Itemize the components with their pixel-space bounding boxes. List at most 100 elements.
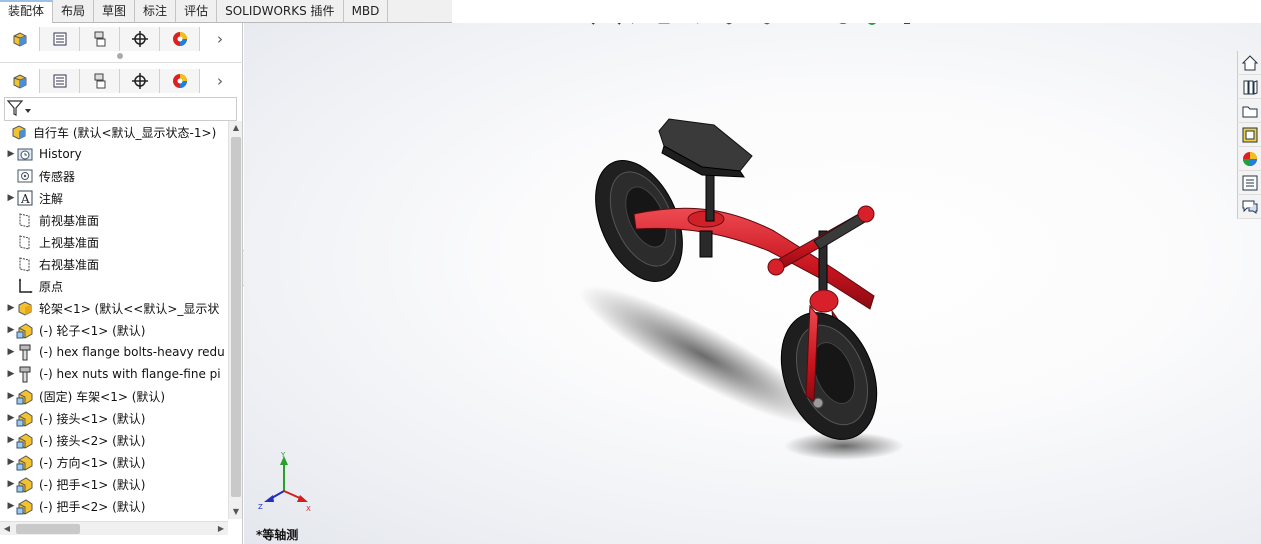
tree-item[interactable]: 前视基准面 [0, 209, 228, 231]
manager-tabs-more-arrow[interactable]: › [200, 69, 240, 93]
tree-item-label: 前视基准面 [39, 213, 100, 228]
manager-tab-featuremanager-tree[interactable] [0, 27, 40, 51]
tree-item[interactable]: ▶ (-) 把手<2> (默认) [0, 495, 228, 517]
expand-arrow-icon[interactable]: ▶ [6, 347, 16, 357]
manager-tab-configurationmanager[interactable] [80, 69, 120, 93]
scroll-right-arrow[interactable]: ▶ [214, 522, 228, 536]
zoom-to-area-button[interactable] [602, 23, 624, 28]
forum-icon [1242, 200, 1258, 214]
previous-view-icon [632, 23, 634, 24]
filter-icon[interactable] [5, 98, 33, 120]
display-manager-icon [172, 32, 187, 46]
scroll-down-arrow[interactable]: ▼ [229, 505, 243, 519]
bicycle-model[interactable] [574, 111, 954, 471]
manager-tab-configurationmanager[interactable] [80, 27, 120, 51]
featuremanager-tree-icon [13, 32, 26, 47]
manager-tab-display-manager[interactable] [160, 27, 200, 51]
tree-item[interactable]: ▶ (-) 轮子<1> (默认) [0, 319, 228, 341]
tree-item[interactable]: ▶ (-) hex flange bolts-heavy redu [0, 341, 228, 363]
command-tab-0[interactable]: 装配体 [0, 0, 54, 23]
tree-item[interactable]: ▶ History [0, 143, 228, 165]
tree-item[interactable]: 右视基准面 [0, 253, 228, 275]
view-settings-button[interactable] [896, 23, 918, 28]
view-orientation-button[interactable] [718, 23, 740, 28]
expand-arrow-icon[interactable]: ▶ [6, 369, 16, 379]
tree-filter-bar[interactable] [4, 97, 237, 121]
expand-arrow-icon[interactable]: ▶ [6, 435, 16, 445]
expand-arrow-icon[interactable]: ▶ [6, 501, 16, 511]
task-pane-custom-properties-tab[interactable] [1239, 172, 1261, 195]
task-pane-view-palette-tab[interactable] [1239, 124, 1261, 147]
hscroll-thumb[interactable] [16, 524, 80, 534]
tree-root-assembly[interactable]: 自行车 (默认<默认_显示状态-1>) [0, 121, 228, 143]
apply-scene-button[interactable] [858, 23, 880, 28]
tree-vertical-scrollbar[interactable]: ▲ ▼ [228, 121, 242, 519]
expand-arrow-icon[interactable]: ▶ [6, 325, 16, 335]
dynamic-annotation-button[interactable] [692, 23, 714, 28]
command-tab-2[interactable]: 草图 [94, 0, 136, 23]
tree-item[interactable]: ▶ (-) hex nuts with flange-fine pi [0, 363, 228, 385]
zoom-to-fit-button[interactable] [576, 23, 598, 28]
tree-item[interactable]: ▶ (-) 接头<2> (默认) [0, 429, 228, 451]
manager-tab-propertymanager[interactable] [40, 27, 80, 51]
manager-tab-propertymanager[interactable] [40, 69, 80, 93]
task-pane-home-tab[interactable] [1239, 52, 1261, 75]
tree-item[interactable]: ▶ (固定) 车架<1> (默认) [0, 385, 228, 407]
command-tab-1[interactable]: 布局 [53, 0, 95, 23]
expand-arrow-icon[interactable]: ▶ [6, 479, 16, 489]
display-style-button[interactable] [756, 23, 778, 28]
scroll-thumb[interactable] [231, 137, 241, 497]
history-folder-icon [17, 148, 33, 161]
part-icon [16, 323, 33, 339]
tree-item[interactable]: 传感器 [0, 165, 228, 187]
tree-item[interactable]: ▶ A 注解 [0, 187, 228, 209]
display-manager-icon [172, 74, 187, 88]
scroll-up-arrow[interactable]: ▲ [229, 121, 243, 135]
task-pane-appearances-tab[interactable] [1239, 148, 1261, 171]
tree-item[interactable]: 上视基准面 [0, 231, 228, 253]
command-tab-5[interactable]: SOLIDWORKS 插件 [217, 0, 344, 23]
tree-item[interactable]: ▶ (-) 接头<1> (默认) [0, 407, 228, 429]
previous-view-button[interactable] [628, 23, 650, 28]
home-icon [1241, 55, 1259, 71]
task-pane-forum-tab[interactable] [1239, 196, 1261, 219]
front-wheel [780, 312, 878, 440]
tree-item[interactable]: ▶ (-) 方向<1> (默认) [0, 451, 228, 473]
edit-appearance-button[interactable] [832, 23, 854, 28]
bolt-icon [19, 366, 31, 383]
command-tab-4[interactable]: 评估 [176, 0, 218, 23]
tree-item-label: 注解 [39, 191, 64, 206]
expand-arrow-icon[interactable]: ▶ [6, 303, 16, 313]
graphics-area[interactable]: Y X Z *等轴测 ▼▼▼▼▼▼ ◧ ◨ ❐ ✕ [244, 23, 1261, 544]
expand-arrow-icon[interactable]: ▶ [6, 391, 16, 401]
expand-arrow-icon[interactable]: ▶ [6, 413, 16, 423]
hide-show-items-button[interactable] [794, 23, 816, 28]
expand-arrow-icon[interactable]: ▶ [6, 149, 16, 159]
expand-arrow-icon[interactable]: ▶ [6, 457, 16, 467]
tree-item[interactable]: ▶ (-) 把手<1> (默认) [0, 473, 228, 495]
manager-tabs-more-arrow[interactable]: › [200, 27, 240, 51]
tree-item-label: 传感器 [39, 169, 76, 184]
task-pane-file-explorer-tab[interactable] [1239, 100, 1261, 123]
triad-z-label: Z [258, 503, 263, 511]
dimxpert-icon [131, 73, 148, 89]
manager-tab-display-manager[interactable] [160, 69, 200, 93]
manager-tab-featuremanager-tree[interactable] [0, 69, 40, 93]
section-view-button[interactable] [654, 23, 676, 28]
tree-horizontal-scrollbar[interactable]: ◀ ▶ [0, 521, 228, 535]
panel-splitter[interactable] [0, 49, 243, 63]
task-pane-design-library-tab[interactable] [1239, 76, 1261, 99]
tree-item-label: (-) 接头<2> (默认) [39, 433, 146, 448]
scroll-left-arrow[interactable]: ◀ [0, 522, 14, 536]
manager-tab-dimxpert[interactable] [120, 27, 160, 51]
tree-item[interactable]: 原点 [0, 275, 228, 297]
tree-item-label: (-) 轮子<1> (默认) [39, 323, 146, 338]
tree-item[interactable]: ▶ 轮架<1> (默认<<默认>_显示状 [0, 297, 228, 319]
tree-item-label: 轮架<1> (默认<<默认>_显示状 [39, 301, 220, 316]
view-orientation-label: *等轴测 [256, 528, 299, 542]
manager-tab-dimxpert[interactable] [120, 69, 160, 93]
configurationmanager-icon [94, 73, 105, 89]
command-tab-3[interactable]: 标注 [135, 0, 177, 23]
expand-arrow-icon[interactable]: ▶ [6, 193, 16, 203]
command-tab-6[interactable]: MBD [344, 0, 389, 23]
